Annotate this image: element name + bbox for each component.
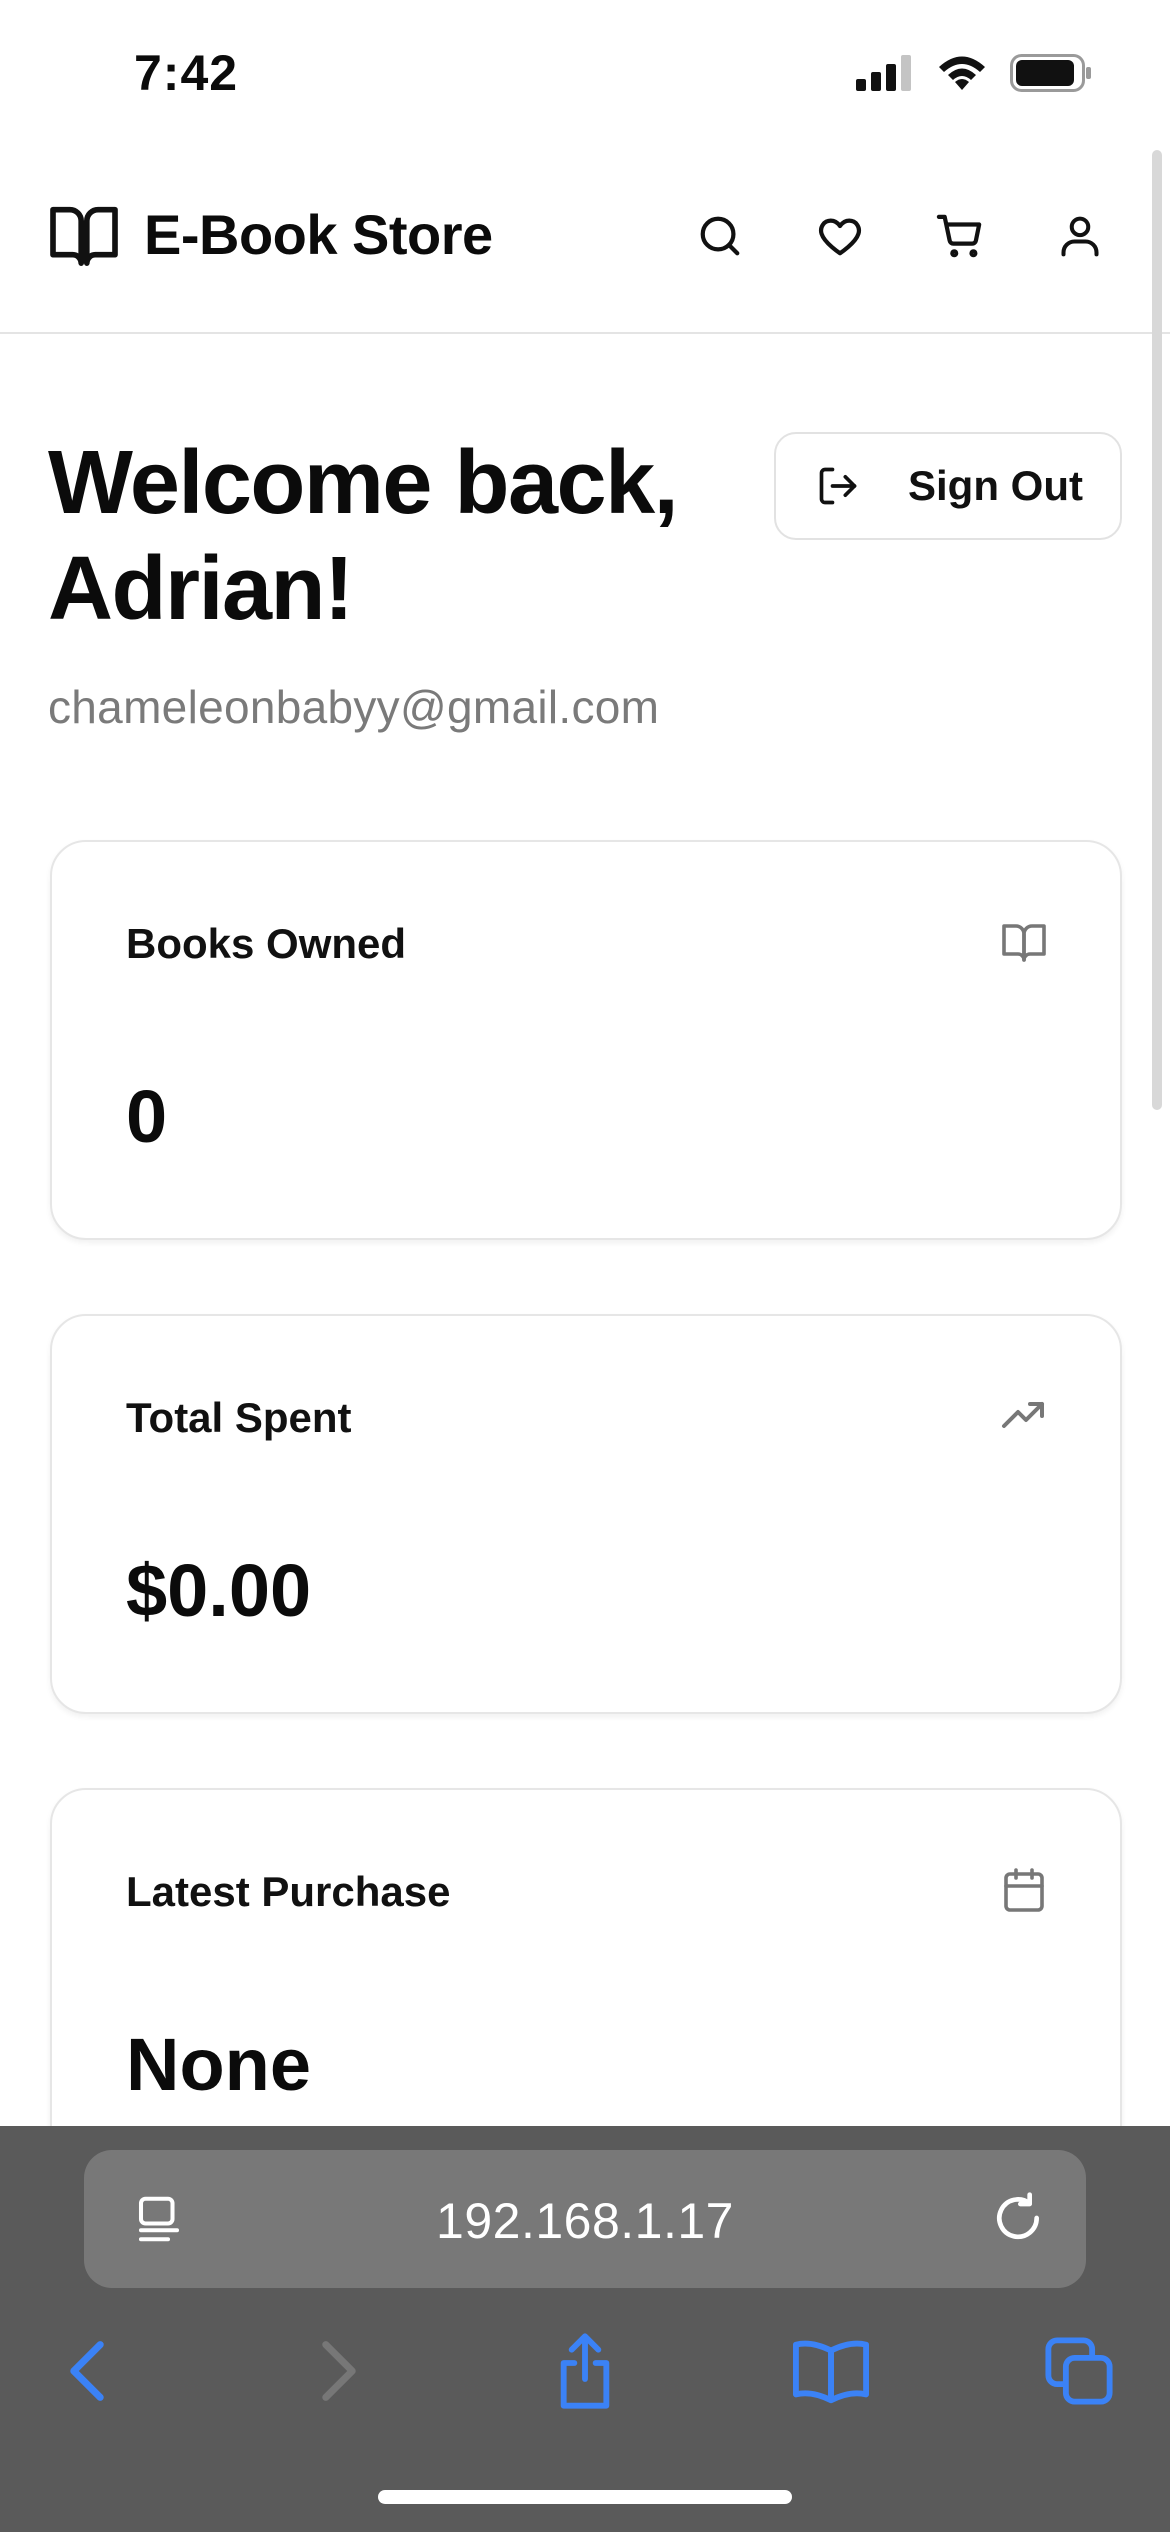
stat-card-books-owned: Books Owned 0 [50,840,1122,1240]
status-bar: 7:42 [0,0,1170,150]
heart-icon [818,218,862,256]
brand-title: E-Book Store [144,203,493,266]
share-button[interactable] [540,2326,630,2416]
stat-value: 0 [126,1075,168,1158]
address-bar[interactable]: 192.168.1.17 [84,2150,1086,2288]
book-open-icon [50,206,118,266]
user-icon [1061,216,1099,257]
stat-label: Books Owned [126,920,407,967]
battery-icon [1010,54,1091,92]
tabs-button[interactable] [1034,2326,1124,2416]
sign-out-button[interactable]: Sign Out [774,432,1122,540]
forward-icon [322,2341,356,2401]
status-time: 7:42 [134,45,239,101]
bookmarks-icon [793,2340,869,2404]
calendar-icon [1004,1868,1044,1912]
search-icon [700,216,740,256]
sign-out-label: Sign Out [908,462,1083,509]
tabs-icon [1045,2337,1113,2405]
bookmarks-button[interactable] [786,2326,876,2416]
cart-icon [936,214,982,258]
header-actions [690,206,1110,266]
forward-button[interactable] [294,2326,384,2416]
wishlist-button[interactable] [810,206,870,266]
back-button[interactable] [42,2326,132,2416]
stat-label: Total Spent [126,1394,352,1441]
app-header: E-Book Store [0,150,1170,334]
cart-button[interactable] [930,206,990,266]
user-email: chameleonbabyy@gmail.com [48,681,660,733]
trending-up-icon [1002,1402,1044,1428]
welcome-line: Welcome back, [48,433,679,533]
browser-bottom-bar: 192.168.1.17 [0,2126,1170,2532]
url-text: 192.168.1.17 [436,2193,734,2249]
log-out-icon [819,467,857,505]
share-icon [560,2333,610,2409]
home-indicator[interactable] [378,2490,792,2504]
page-title: Welcome back, Adrian! [48,430,748,642]
user-name: Adrian! [48,539,354,639]
account-button[interactable] [1050,206,1110,266]
brand[interactable]: E-Book Store [50,202,493,267]
stat-value: None [126,2023,311,2106]
book-open-icon [1002,924,1046,962]
status-icons [856,54,1092,92]
stat-label: Latest Purchase [126,1868,451,1915]
wifi-icon [939,56,985,90]
back-icon [70,2341,104,2401]
stat-value: $0.00 [126,1549,312,1632]
cellular-signal-icon [856,55,911,91]
browser-toolbar [0,2326,1170,2446]
reload-icon[interactable] [990,2190,1046,2246]
search-button[interactable] [690,206,750,266]
stat-card-total-spent: Total Spent $0.00 [50,1314,1122,1714]
scrollbar[interactable] [1152,150,1162,1110]
